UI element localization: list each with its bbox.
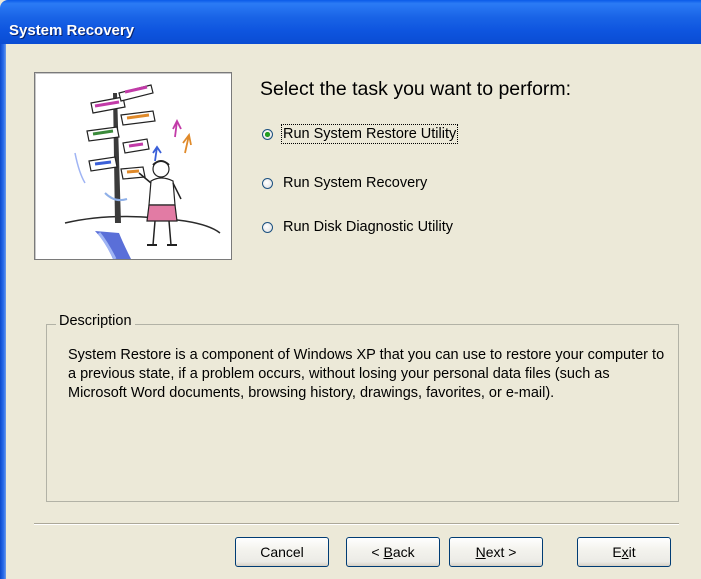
window-left-border: [0, 44, 6, 579]
window-title: System Recovery: [9, 22, 135, 39]
task-heading: Select the task you want to perform:: [260, 78, 572, 100]
cancel-label: Cancel: [260, 544, 304, 560]
system-recovery-window: System Recovery Select the task you want…: [0, 0, 701, 579]
radio-button[interactable]: [262, 221, 273, 233]
back-button[interactable]: < Back: [346, 537, 440, 567]
option-label[interactable]: Run System Restore Utility: [280, 124, 459, 144]
next-button[interactable]: Next >: [449, 537, 543, 567]
description-legend: Description: [56, 313, 135, 329]
description-text: System Restore is a component of Windows…: [68, 347, 665, 401]
option-system-restore[interactable]: Run System Restore Utility: [262, 124, 459, 144]
option-label[interactable]: Run System Recovery: [283, 175, 427, 191]
option-system-recovery[interactable]: Run System Recovery: [262, 173, 427, 193]
back-label: < Back: [371, 544, 415, 560]
option-label[interactable]: Run Disk Diagnostic Utility: [283, 219, 453, 235]
next-label: Next >: [475, 544, 517, 560]
cancel-button[interactable]: Cancel: [235, 537, 329, 567]
title-bar[interactable]: System Recovery: [0, 0, 701, 44]
radio-button-selected[interactable]: [262, 128, 273, 140]
signpost-figure-icon: [64, 84, 221, 259]
radio-button[interactable]: [262, 177, 273, 189]
button-separator: [34, 523, 679, 525]
exit-button[interactable]: Exit: [577, 537, 671, 567]
option-disk-diagnostic[interactable]: Run Disk Diagnostic Utility: [262, 217, 453, 237]
crossroads-illustration: [34, 72, 232, 260]
exit-label: Exit: [612, 544, 636, 560]
